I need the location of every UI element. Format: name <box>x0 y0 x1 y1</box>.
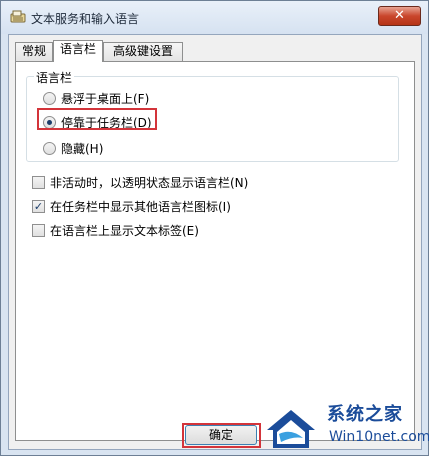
tab-language-bar[interactable]: 语言栏 <box>53 40 103 62</box>
checkbox-transparent-when-inactive[interactable]: 非活动时，以透明状态显示语言栏(N) <box>32 174 248 191</box>
house-logo-icon <box>267 410 315 448</box>
keyboard-settings-icon <box>10 10 26 23</box>
dialog-client-area: 常规 语言栏 高级键设置 语言栏 悬浮于桌面上(F) 停靠于任务栏(D) 隐藏(… <box>8 34 422 450</box>
ok-button[interactable]: 确定 <box>185 425 257 445</box>
tab-general[interactable]: 常规 <box>15 42 53 61</box>
radio-hidden[interactable]: 隐藏(H) <box>43 140 103 157</box>
checkbox-show-extra-icons-in-taskbar[interactable]: ✓ 在任务栏中显示其他语言栏图标(I) <box>32 198 231 215</box>
group-title: 语言栏 <box>34 69 75 86</box>
tab-panel-language-bar: 语言栏 悬浮于桌面上(F) 停靠于任务栏(D) 隐藏(H) 非活动时，以透明状态… <box>15 61 415 441</box>
annotation-highlight-box <box>37 108 157 130</box>
dialog-window: 文本服务和输入语言 ✕ 常规 语言栏 高级键设置 语言栏 悬浮于桌面上(F) 停… <box>0 0 429 456</box>
watermark-url: Win10net.com <box>329 429 429 445</box>
tab-advanced-key-settings[interactable]: 高级键设置 <box>103 42 183 61</box>
radio-button[interactable] <box>43 92 56 105</box>
checkbox-label: 在语言栏上显示文本标签(E) <box>50 224 199 238</box>
radio-float-on-desktop[interactable]: 悬浮于桌面上(F) <box>43 90 149 107</box>
watermark: 系统之家 Win10net.com <box>263 396 429 453</box>
close-button[interactable]: ✕ <box>378 6 421 26</box>
checkbox-label: 在任务栏中显示其他语言栏图标(I) <box>50 200 231 214</box>
window-title: 文本服务和输入语言 <box>31 12 140 26</box>
watermark-title: 系统之家 <box>327 404 403 425</box>
radio-button[interactable] <box>43 142 56 155</box>
checkbox[interactable] <box>32 176 45 189</box>
language-bar-groupbox: 语言栏 悬浮于桌面上(F) 停靠于任务栏(D) 隐藏(H) <box>26 69 399 162</box>
checkbox-show-text-labels[interactable]: 在语言栏上显示文本标签(E) <box>32 222 199 239</box>
checkbox[interactable] <box>32 224 45 237</box>
radio-label: 悬浮于桌面上(F) <box>61 92 150 106</box>
checkbox-checked[interactable]: ✓ <box>32 200 45 213</box>
radio-label: 隐藏(H) <box>61 142 104 156</box>
checkbox-label: 非活动时，以透明状态显示语言栏(N) <box>50 176 249 190</box>
title-bar: 文本服务和输入语言 ✕ <box>1 1 428 34</box>
